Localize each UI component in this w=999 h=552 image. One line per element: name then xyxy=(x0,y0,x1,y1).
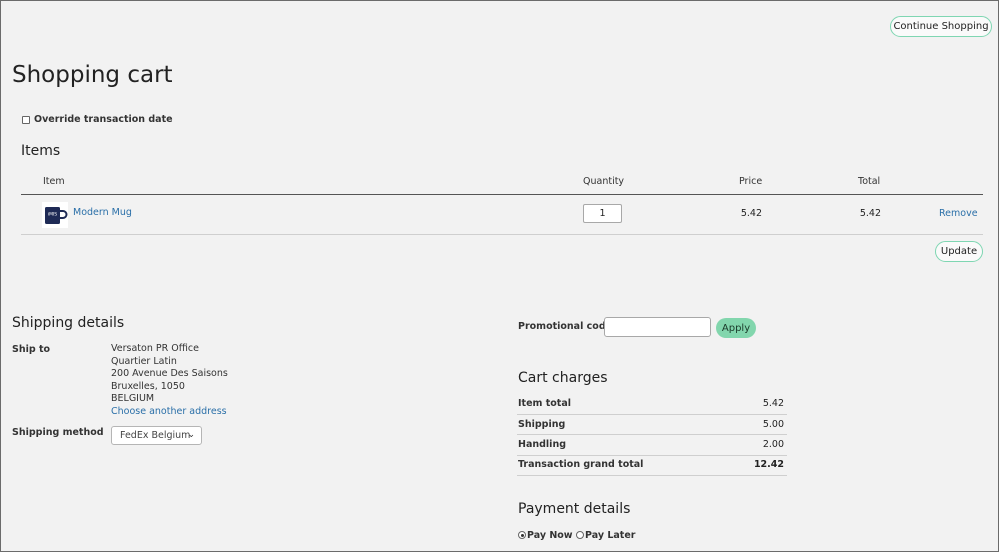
ship-to-address: Versaton PR Office Quartier Latin 200 Av… xyxy=(111,343,228,419)
pay-later-radio[interactable] xyxy=(576,531,584,539)
items-header-divider xyxy=(21,194,983,195)
address-line: Bruxelles, 1050 xyxy=(111,380,185,392)
column-header-item: Item xyxy=(43,176,65,187)
column-header-price: Price xyxy=(739,176,763,187)
charge-label-grand-total: Transaction grand total xyxy=(518,459,644,470)
pay-now-radio[interactable] xyxy=(518,531,526,539)
override-date-checkbox[interactable] xyxy=(22,116,30,124)
remove-item-link[interactable]: Remove xyxy=(939,208,978,219)
mug-icon: iMIS xyxy=(45,207,68,224)
apply-promo-button[interactable]: Apply xyxy=(716,318,756,338)
product-link-modern-mug[interactable]: Modern Mug xyxy=(73,207,132,218)
shipping-method-value: FedEx Belgium xyxy=(120,430,191,441)
items-row-divider xyxy=(21,234,983,235)
promo-code-label: Promotional code xyxy=(518,321,613,332)
continue-shopping-button[interactable]: Continue Shopping xyxy=(890,16,992,37)
payment-details-heading: Payment details xyxy=(518,501,631,517)
charge-value-handling: 2.00 xyxy=(762,439,784,450)
promo-code-input[interactable] xyxy=(604,317,711,337)
item-price: 5.42 xyxy=(740,208,762,219)
choose-another-address-link[interactable]: Choose another address xyxy=(111,406,228,419)
column-header-total: Total xyxy=(858,176,881,187)
charge-label-item-total: Item total xyxy=(518,398,572,409)
charge-value-shipping: 5.00 xyxy=(762,419,784,430)
pay-now-label: Pay Now xyxy=(527,530,573,541)
shipping-method-label: Shipping method xyxy=(12,427,104,438)
charges-divider xyxy=(517,455,787,456)
product-thumbnail[interactable]: iMIS xyxy=(42,202,68,228)
table-row: iMIS Modern Mug 1 5.42 5.42 Remove xyxy=(21,196,983,234)
update-button[interactable]: Update xyxy=(935,241,983,262)
charges-divider xyxy=(517,414,787,415)
cart-charges-heading: Cart charges xyxy=(518,370,608,386)
charge-label-handling: Handling xyxy=(518,439,567,450)
mug-logo-text: iMIS xyxy=(48,212,57,218)
chevron-down-icon: ⌄ xyxy=(187,430,195,440)
page-title: Shopping cart xyxy=(12,62,173,88)
charge-label-shipping: Shipping xyxy=(518,419,566,430)
shipping-details-heading: Shipping details xyxy=(12,315,125,331)
address-line: Versaton PR Office xyxy=(111,343,199,354)
address-line: Quartier Latin xyxy=(111,355,177,367)
charges-divider xyxy=(517,434,787,435)
items-heading: Items xyxy=(21,143,61,159)
charges-divider xyxy=(517,475,787,476)
override-date-label: Override transaction date xyxy=(34,114,173,125)
charge-value-item-total: 5.42 xyxy=(762,398,784,409)
charge-value-grand-total: 12.42 xyxy=(753,459,784,470)
pay-later-label: Pay Later xyxy=(585,530,636,541)
ship-to-label: Ship to xyxy=(12,344,51,355)
item-total: 5.42 xyxy=(859,208,881,219)
column-header-quantity: Quantity xyxy=(583,176,625,187)
address-line: BELGIUM xyxy=(111,393,155,405)
quantity-input[interactable]: 1 xyxy=(583,204,622,223)
address-line: 200 Avenue Des Saisons xyxy=(111,368,228,380)
shipping-method-select[interactable]: FedEx Belgium ⌄ xyxy=(111,426,202,445)
